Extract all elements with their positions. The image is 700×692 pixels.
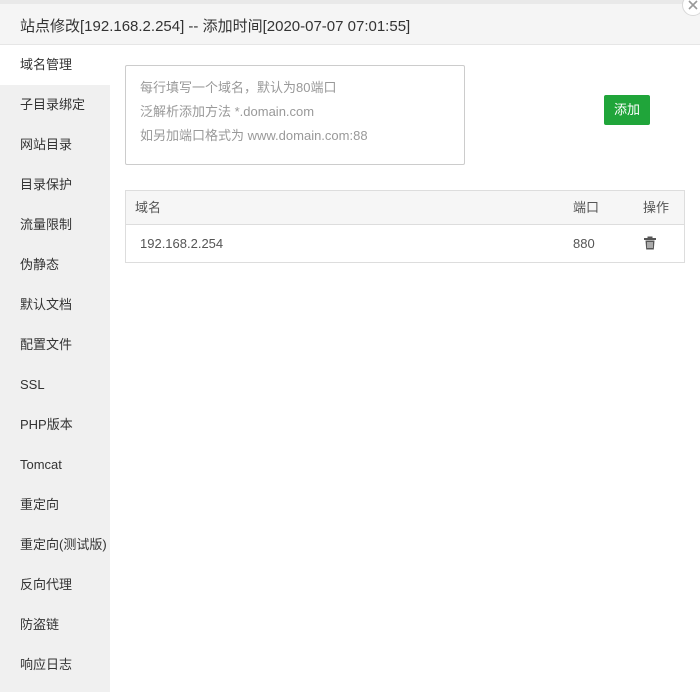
sidebar-item-php-version[interactable]: PHP版本	[0, 405, 110, 445]
sidebar-item-traffic-limit[interactable]: 流量限制	[0, 205, 110, 245]
add-domain-button[interactable]: 添加	[604, 95, 650, 125]
sidebar-item-reverse-proxy[interactable]: 反向代理	[0, 565, 110, 605]
sidebar-item-label: 目录保护	[20, 177, 73, 192]
sidebar-item-redirect-beta[interactable]: 重定向(测试版)	[0, 525, 110, 565]
cell-domain: 192.168.2.254	[140, 236, 224, 251]
sidebar: 域名管理 子目录绑定 网站目录 目录保护 流量限制 伪静态 默认文档 配置文件 …	[0, 45, 110, 692]
domain-textarea[interactable]	[125, 65, 465, 165]
sidebar-item-config-file[interactable]: 配置文件	[0, 325, 110, 365]
sidebar-item-label: Tomcat	[20, 457, 62, 472]
dialog-titlebar: 站点修改[192.168.2.254] -- 添加时间[2020-07-07 0…	[0, 4, 700, 45]
sidebar-item-label: 域名管理	[20, 57, 73, 72]
sidebar-item-subdirectory-binding[interactable]: 子目录绑定	[0, 85, 110, 125]
table-header: 域名 端口 操作	[126, 191, 684, 225]
cell-port: 880	[573, 236, 595, 251]
sidebar-item-label: 伪静态	[20, 257, 60, 272]
sidebar-item-label: 反向代理	[20, 577, 73, 592]
sidebar-item-label: 响应日志	[20, 657, 73, 672]
sidebar-item-label: 网站目录	[20, 137, 73, 152]
domain-table: 域名 端口 操作 192.168.2.254 880	[125, 190, 685, 263]
sidebar-item-directory-protection[interactable]: 目录保护	[0, 165, 110, 205]
sidebar-item-label: 子目录绑定	[20, 97, 86, 112]
sidebar-item-label: 流量限制	[20, 217, 73, 232]
column-header-port: 端口	[573, 200, 600, 215]
sidebar-item-response-log[interactable]: 响应日志	[0, 645, 110, 685]
sidebar-item-rewrite[interactable]: 伪静态	[0, 245, 110, 285]
sidebar-item-label: SSL	[20, 377, 45, 392]
sidebar-item-domain-management[interactable]: 域名管理	[0, 45, 110, 85]
sidebar-item-label: 重定向(测试版)	[20, 537, 107, 552]
sidebar-item-label: PHP版本	[20, 417, 73, 432]
table-row: 192.168.2.254 880	[126, 225, 684, 262]
sidebar-item-label: 防盗链	[20, 617, 60, 632]
sidebar-item-label: 配置文件	[20, 337, 73, 352]
sidebar-item-redirect[interactable]: 重定向	[0, 485, 110, 525]
column-header-domain: 域名	[135, 200, 162, 215]
trash-icon[interactable]	[643, 236, 657, 250]
close-icon	[688, 0, 698, 10]
sidebar-item-hotlink-protection[interactable]: 防盗链	[0, 605, 110, 645]
sidebar-item-tomcat[interactable]: Tomcat	[0, 445, 110, 485]
column-header-action: 操作	[643, 200, 670, 215]
dialog-title: 站点修改[192.168.2.254] -- 添加时间[2020-07-07 0…	[20, 18, 411, 35]
sidebar-item-label: 重定向	[20, 497, 60, 512]
sidebar-item-default-document[interactable]: 默认文档	[0, 285, 110, 325]
sidebar-item-site-directory[interactable]: 网站目录	[0, 125, 110, 165]
sidebar-item-label: 默认文档	[20, 297, 73, 312]
sidebar-item-ssl[interactable]: SSL	[0, 365, 110, 405]
